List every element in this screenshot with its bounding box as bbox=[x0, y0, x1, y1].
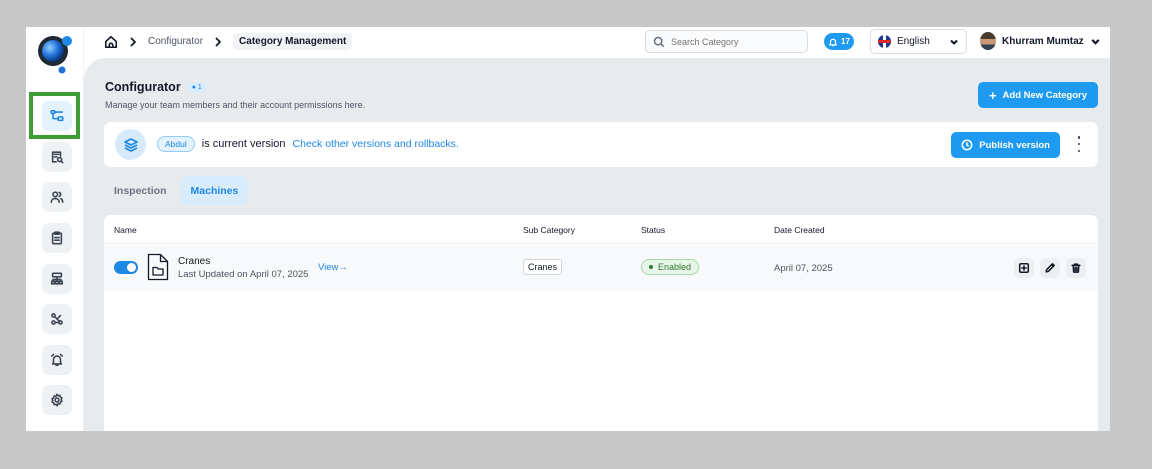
sidebar-item-hierarchy[interactable] bbox=[42, 264, 72, 294]
chevron-right-icon bbox=[130, 37, 136, 46]
avatar bbox=[980, 32, 996, 50]
sidebar-item-workflow[interactable] bbox=[42, 304, 72, 334]
tab-machines[interactable]: Machines bbox=[180, 176, 249, 205]
arrow-right-icon: → bbox=[338, 262, 348, 273]
sub-category-chip: Cranes bbox=[523, 259, 563, 275]
language-label: English bbox=[897, 36, 930, 47]
search-input[interactable] bbox=[671, 36, 801, 47]
column-header-name: Name bbox=[114, 225, 137, 235]
plus-icon: + bbox=[988, 87, 997, 103]
alarm-icon bbox=[50, 353, 64, 367]
plus-square-icon bbox=[1018, 262, 1030, 274]
view-link[interactable]: View→ bbox=[318, 262, 348, 273]
layers-icon bbox=[115, 129, 146, 160]
user-menu[interactable]: Khurram Mumtaz bbox=[980, 32, 1101, 50]
user-name: Khurram Mumtaz bbox=[1002, 35, 1084, 47]
clock-icon bbox=[961, 139, 973, 151]
status-dot bbox=[649, 265, 653, 269]
enable-toggle[interactable] bbox=[114, 261, 138, 274]
uk-flag-icon bbox=[878, 35, 891, 48]
sidebar-item-users[interactable] bbox=[42, 182, 72, 212]
users-icon bbox=[50, 191, 64, 204]
page-subtitle: Manage your team members and their accou… bbox=[105, 100, 366, 110]
chevron-right-icon bbox=[215, 37, 221, 46]
status-label: Enabled bbox=[658, 262, 692, 272]
row-name: Cranes bbox=[178, 256, 211, 267]
row-updated: Last Updated on April 07, 2025 bbox=[178, 269, 309, 280]
app-window: Configurator Category Management 17 Engl… bbox=[26, 27, 1110, 431]
add-subitem-button[interactable] bbox=[1014, 258, 1034, 278]
hierarchy-icon bbox=[50, 272, 64, 285]
column-header-sub-category: Sub Category bbox=[523, 225, 575, 235]
column-header-date-created: Date Created bbox=[774, 225, 825, 235]
table-header: Name Sub Category Status Date Created bbox=[104, 215, 1098, 244]
version-info: Abdul is current version Check other ver… bbox=[157, 136, 459, 152]
breadcrumb: Configurator Category Management bbox=[104, 33, 353, 50]
notification-count: 17 bbox=[841, 37, 850, 46]
tabs: Inspection Machines bbox=[104, 176, 249, 205]
document-search-icon bbox=[51, 151, 64, 164]
column-header-status: Status bbox=[641, 225, 666, 235]
settings-icon bbox=[51, 393, 63, 407]
delete-button[interactable] bbox=[1066, 258, 1086, 278]
row-actions bbox=[1014, 258, 1086, 278]
top-bar: Configurator Category Management 17 Engl… bbox=[84, 27, 1110, 58]
chevron-down-icon bbox=[1091, 38, 1100, 45]
clipboard-icon bbox=[51, 231, 63, 245]
edit-button[interactable] bbox=[1040, 258, 1060, 278]
page-title-text: Configurator bbox=[105, 80, 181, 94]
version-status-text: is current version bbox=[201, 138, 286, 150]
count-badge: ● 1 bbox=[186, 81, 207, 93]
sidebar-item-category-management[interactable] bbox=[42, 101, 72, 131]
sidebar-item-checklists[interactable] bbox=[42, 223, 72, 253]
main-content: Configurator ● 1 Manage your team member… bbox=[84, 58, 1110, 431]
publish-version-button[interactable]: Publish version bbox=[951, 132, 1060, 158]
search-icon bbox=[653, 36, 665, 47]
version-card: Abdul is current version Check other ver… bbox=[104, 122, 1098, 167]
sidebar-item-alarms[interactable] bbox=[42, 345, 72, 375]
chevron-down-icon bbox=[950, 39, 958, 45]
page-title: Configurator ● 1 bbox=[105, 80, 207, 94]
add-new-category-label: Add New Category bbox=[1002, 89, 1087, 101]
category-table: Name Sub Category Status Date Created Cr… bbox=[104, 215, 1098, 431]
table-row: Cranes Last Updated on April 07, 2025 Vi… bbox=[104, 245, 1098, 291]
sidebar bbox=[26, 27, 84, 431]
category-management-icon bbox=[50, 109, 64, 122]
language-select[interactable]: English bbox=[870, 29, 967, 54]
folder-file-icon bbox=[147, 253, 169, 281]
version-name-chip: Abdul bbox=[157, 136, 195, 152]
status-badge: Enabled bbox=[641, 259, 700, 275]
home-icon[interactable] bbox=[104, 35, 118, 49]
more-options-icon[interactable] bbox=[1076, 136, 1082, 152]
tab-inspection[interactable]: Inspection bbox=[104, 176, 177, 205]
workflow-icon bbox=[51, 313, 63, 325]
versions-rollbacks-link[interactable]: Check other versions and rollbacks. bbox=[293, 138, 459, 150]
app-logo bbox=[38, 36, 72, 74]
breadcrumb-configurator[interactable]: Configurator bbox=[148, 36, 203, 47]
breadcrumb-current: Category Management bbox=[233, 33, 353, 50]
publish-version-label: Publish version bbox=[979, 139, 1050, 151]
pencil-icon bbox=[1045, 263, 1055, 273]
date-created: April 07, 2025 bbox=[774, 263, 833, 274]
sidebar-item-settings[interactable] bbox=[42, 385, 72, 415]
sidebar-item-documents[interactable] bbox=[42, 142, 72, 172]
notifications-button[interactable]: 17 bbox=[824, 33, 854, 50]
search-box[interactable] bbox=[645, 30, 808, 53]
trash-icon bbox=[1071, 263, 1081, 273]
add-new-category-button[interactable]: + Add New Category bbox=[977, 82, 1098, 108]
alarm-icon bbox=[828, 38, 838, 46]
